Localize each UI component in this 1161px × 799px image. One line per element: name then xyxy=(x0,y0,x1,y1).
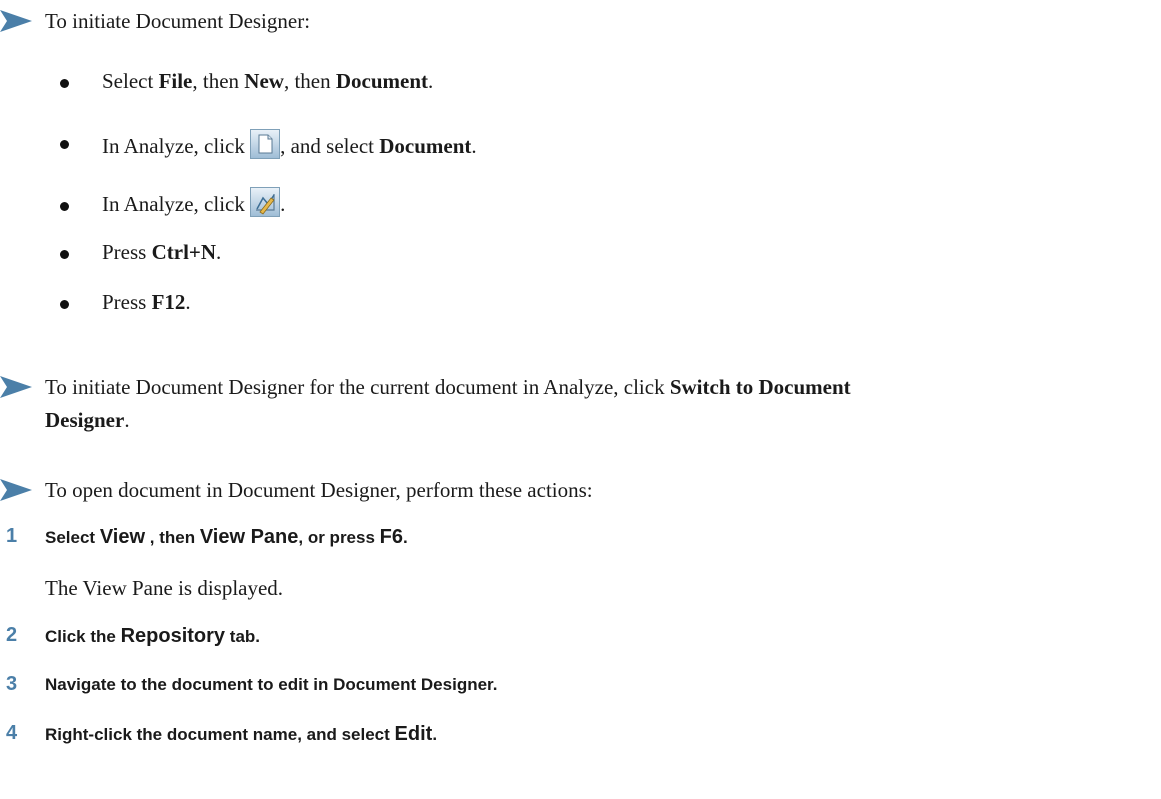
arrow-bullet-icon xyxy=(0,479,32,506)
menu-document: Document xyxy=(379,134,472,158)
new-document-icon xyxy=(250,129,281,159)
step-1-text: Select View , then View Pane, or press F… xyxy=(45,526,408,548)
section3-intro: To open document in Document Designer, p… xyxy=(45,478,593,502)
menu-document: Document xyxy=(335,69,429,93)
menu-view-pane: View Pane xyxy=(199,526,299,548)
bullet-dot xyxy=(60,300,69,309)
menu-file: File xyxy=(158,69,193,93)
menu-new: New xyxy=(244,69,284,93)
bullet-dot xyxy=(60,140,69,149)
arrow-bullet-icon xyxy=(0,376,32,403)
step-number: 2 xyxy=(6,624,18,646)
bullet-dot xyxy=(60,250,69,259)
bullet-2: In Analyze, click , and select Document. xyxy=(102,129,477,159)
bullet-4: Press Ctrl+N. xyxy=(102,240,222,264)
section2-text-line1: To initiate Document Designer for the cu… xyxy=(45,375,851,399)
document-designer-icon xyxy=(250,187,281,217)
step-number: 3 xyxy=(6,673,18,695)
repository-tab-label: Repository xyxy=(120,625,226,647)
menu-view: View xyxy=(99,526,146,548)
bullet-5: Press F12. xyxy=(102,290,191,314)
arrow-bullet-icon xyxy=(0,10,32,37)
step-4-text: Right-click the document name, and selec… xyxy=(45,723,438,745)
step-number: 1 xyxy=(6,525,18,547)
switch-to-document-designer-label-cont: Designer xyxy=(45,408,125,432)
section2-text-line2: Designer. xyxy=(45,408,130,432)
shortcut-ctrl-n: Ctrl+N xyxy=(151,240,217,264)
shortcut-f6: F6 xyxy=(379,526,403,548)
step-2-text: Click the Repository tab. xyxy=(45,625,261,647)
step-1-note: The View Pane is displayed. xyxy=(45,576,284,600)
step-3-text: Navigate to the document to edit in Docu… xyxy=(45,675,498,694)
menu-edit: Edit xyxy=(394,723,433,745)
step-number: 4 xyxy=(6,722,18,744)
switch-to-document-designer-label: Switch to Document xyxy=(669,375,851,399)
section1-intro: To initiate Document Designer: xyxy=(45,9,311,33)
bullet-dot xyxy=(60,202,69,211)
shortcut-f12: F12 xyxy=(151,290,186,314)
bullet-dot xyxy=(60,79,69,88)
bullet-3: In Analyze, click . xyxy=(102,187,285,217)
bullet-1: Select File, then New, then Document. xyxy=(102,69,434,93)
